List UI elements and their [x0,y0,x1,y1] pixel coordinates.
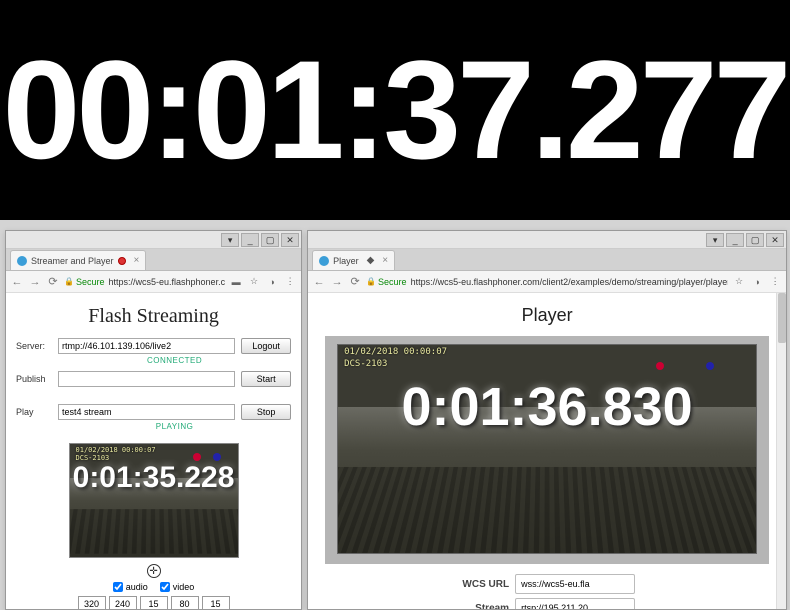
page-title: Player [522,305,573,326]
ext-icon[interactable]: ◑ [265,277,279,287]
favicon-icon [319,256,329,266]
address-bar-left: ← → ⟳ Secure https://wcs5-eu.flashphoner… [6,271,301,293]
height-input[interactable] [109,596,137,609]
window-close-button[interactable]: ✕ [766,233,784,247]
logout-button[interactable]: Logout [241,338,291,354]
video-timer-overlay: 0:01:36.830 [401,376,692,438]
server-input[interactable] [58,338,235,354]
audio-checkbox-label[interactable]: audio [113,582,148,592]
wcs-url-input[interactable] [515,574,635,594]
favicon-icon [17,256,27,266]
video-timestamp: 01/02/2018 00:00:07 [76,446,156,454]
windows-container: ▾ _ ▢ ✕ Streamer and Player × ← → ⟳ Secu… [0,225,790,610]
tab-close-icon[interactable]: × [134,255,140,266]
browser-window-right: ▾ _ ▢ ✕ Player ◆ × ← → ⟳ Secure https://… [307,230,787,610]
video-checkbox-label[interactable]: video [160,582,195,592]
window-minimize-button[interactable]: _ [241,233,259,247]
video-camera-id: DCS-2103 [344,359,387,369]
recording-icon [118,257,126,265]
num-row [78,596,230,609]
video-preview-small[interactable]: 01/02/2018 00:00:07 DCS-2103 0:01:35.228 [69,443,239,558]
address-bar-right: ← → ⟳ Secure https://wcs5-eu.flashphoner… [308,271,786,293]
content-right: Player 01/02/2018 00:00:07 DCS-2103 0:01… [308,293,786,609]
publish-input[interactable] [58,371,235,387]
publish-row: Publish Start [16,371,291,387]
content-inner-right: Player 01/02/2018 00:00:07 DCS-2103 0:01… [308,293,786,609]
wcs-label: WCS URL [459,579,509,590]
menu-icon[interactable]: ⋮ [768,276,782,287]
content-left: Flash Streaming Server: Logout CONNECTED… [6,293,301,609]
browser-window-left: ▾ _ ▢ ✕ Streamer and Player × ← → ⟳ Secu… [5,230,302,610]
page-title: Flash Streaming [88,305,219,328]
window-close-button[interactable]: ✕ [281,233,299,247]
tab-pin-icon[interactable]: ◆ [367,255,375,266]
start-button[interactable]: Start [241,371,291,387]
play-status: PLAYING [156,422,194,431]
window-maximize-button[interactable]: ▢ [746,233,764,247]
player-form: WCS URL Stream [459,574,635,609]
audio-checkbox[interactable] [113,582,123,592]
reload-icon[interactable]: ⟳ [46,275,60,288]
titlebar-right: ▾ _ ▢ ✕ [308,231,786,249]
star-icon[interactable]: ☆ [732,276,746,287]
video-player-large[interactable]: 01/02/2018 00:00:07 DCS-2103 0:01:36.830 [337,344,757,554]
video-timestamp: 01/02/2018 00:00:07 [344,347,447,357]
stream-row: Stream [459,598,635,609]
stream-label: Stream [459,603,509,610]
main-timer-text: 00:01:37.277 [3,40,788,180]
server-status: CONNECTED [147,356,202,365]
video-checkbox[interactable] [160,582,170,592]
tab-player[interactable]: Player ◆ × [312,250,395,270]
content-inner-left: Flash Streaming Server: Logout CONNECTED… [6,293,301,609]
publish-label: Publish [16,374,52,384]
menu-icon[interactable]: ⋮ [283,276,297,287]
video-frame-wrap: 01/02/2018 00:00:07 DCS-2103 0:01:36.830 [325,336,769,564]
star-icon[interactable]: ☆ [247,276,261,287]
back-icon[interactable]: ← [10,276,24,288]
tab-title: Player [333,256,359,266]
main-timer-banner: 00:01:37.277 [0,0,790,220]
wcs-row: WCS URL [459,574,635,594]
stop-button[interactable]: Stop [241,404,291,420]
window-minimize-button[interactable]: _ [726,233,744,247]
chat-icon[interactable]: ▬ [229,277,243,287]
url-text[interactable]: https://wcs5-eu.flashphoner.com/client2/… [411,277,729,287]
video-timer-overlay: 0:01:35.228 [73,461,235,495]
publish-status [173,389,176,398]
titlebar-left: ▾ _ ▢ ✕ [6,231,301,249]
width-input[interactable] [78,596,106,609]
checkbox-row: audio video [113,582,195,592]
server-label: Server: [16,341,52,351]
stream-input[interactable] [515,598,635,609]
quality-input[interactable] [171,596,199,609]
ext-icon[interactable]: ◑ [750,277,764,287]
tab-streamer[interactable]: Streamer and Player × [10,250,146,270]
reload-icon[interactable]: ⟳ [348,275,362,288]
tab-title: Streamer and Player [31,256,114,266]
forward-icon[interactable]: → [28,276,42,288]
scrollbar[interactable] [776,293,786,609]
tab-close-icon[interactable]: × [382,255,388,266]
tabbar-right: Player ◆ × [308,249,786,271]
lock-icon: Secure [64,277,105,287]
fps-input[interactable] [140,596,168,609]
forward-icon[interactable]: → [330,276,344,288]
window-icon-user[interactable]: ▾ [706,233,724,247]
play-input[interactable] [58,404,235,420]
play-row: Play Stop [16,404,291,420]
window-icon-user[interactable]: ▾ [221,233,239,247]
server-row: Server: Logout [16,338,291,354]
keyframe-input[interactable] [202,596,230,609]
back-icon[interactable]: ← [312,276,326,288]
crosshair-icon[interactable]: ✛ [147,564,161,578]
url-text[interactable]: https://wcs5-eu.flashphoner.c [109,277,226,287]
window-maximize-button[interactable]: ▢ [261,233,279,247]
tabbar-left: Streamer and Player × [6,249,301,271]
play-label: Play [16,407,52,417]
lock-icon: Secure [366,277,407,287]
